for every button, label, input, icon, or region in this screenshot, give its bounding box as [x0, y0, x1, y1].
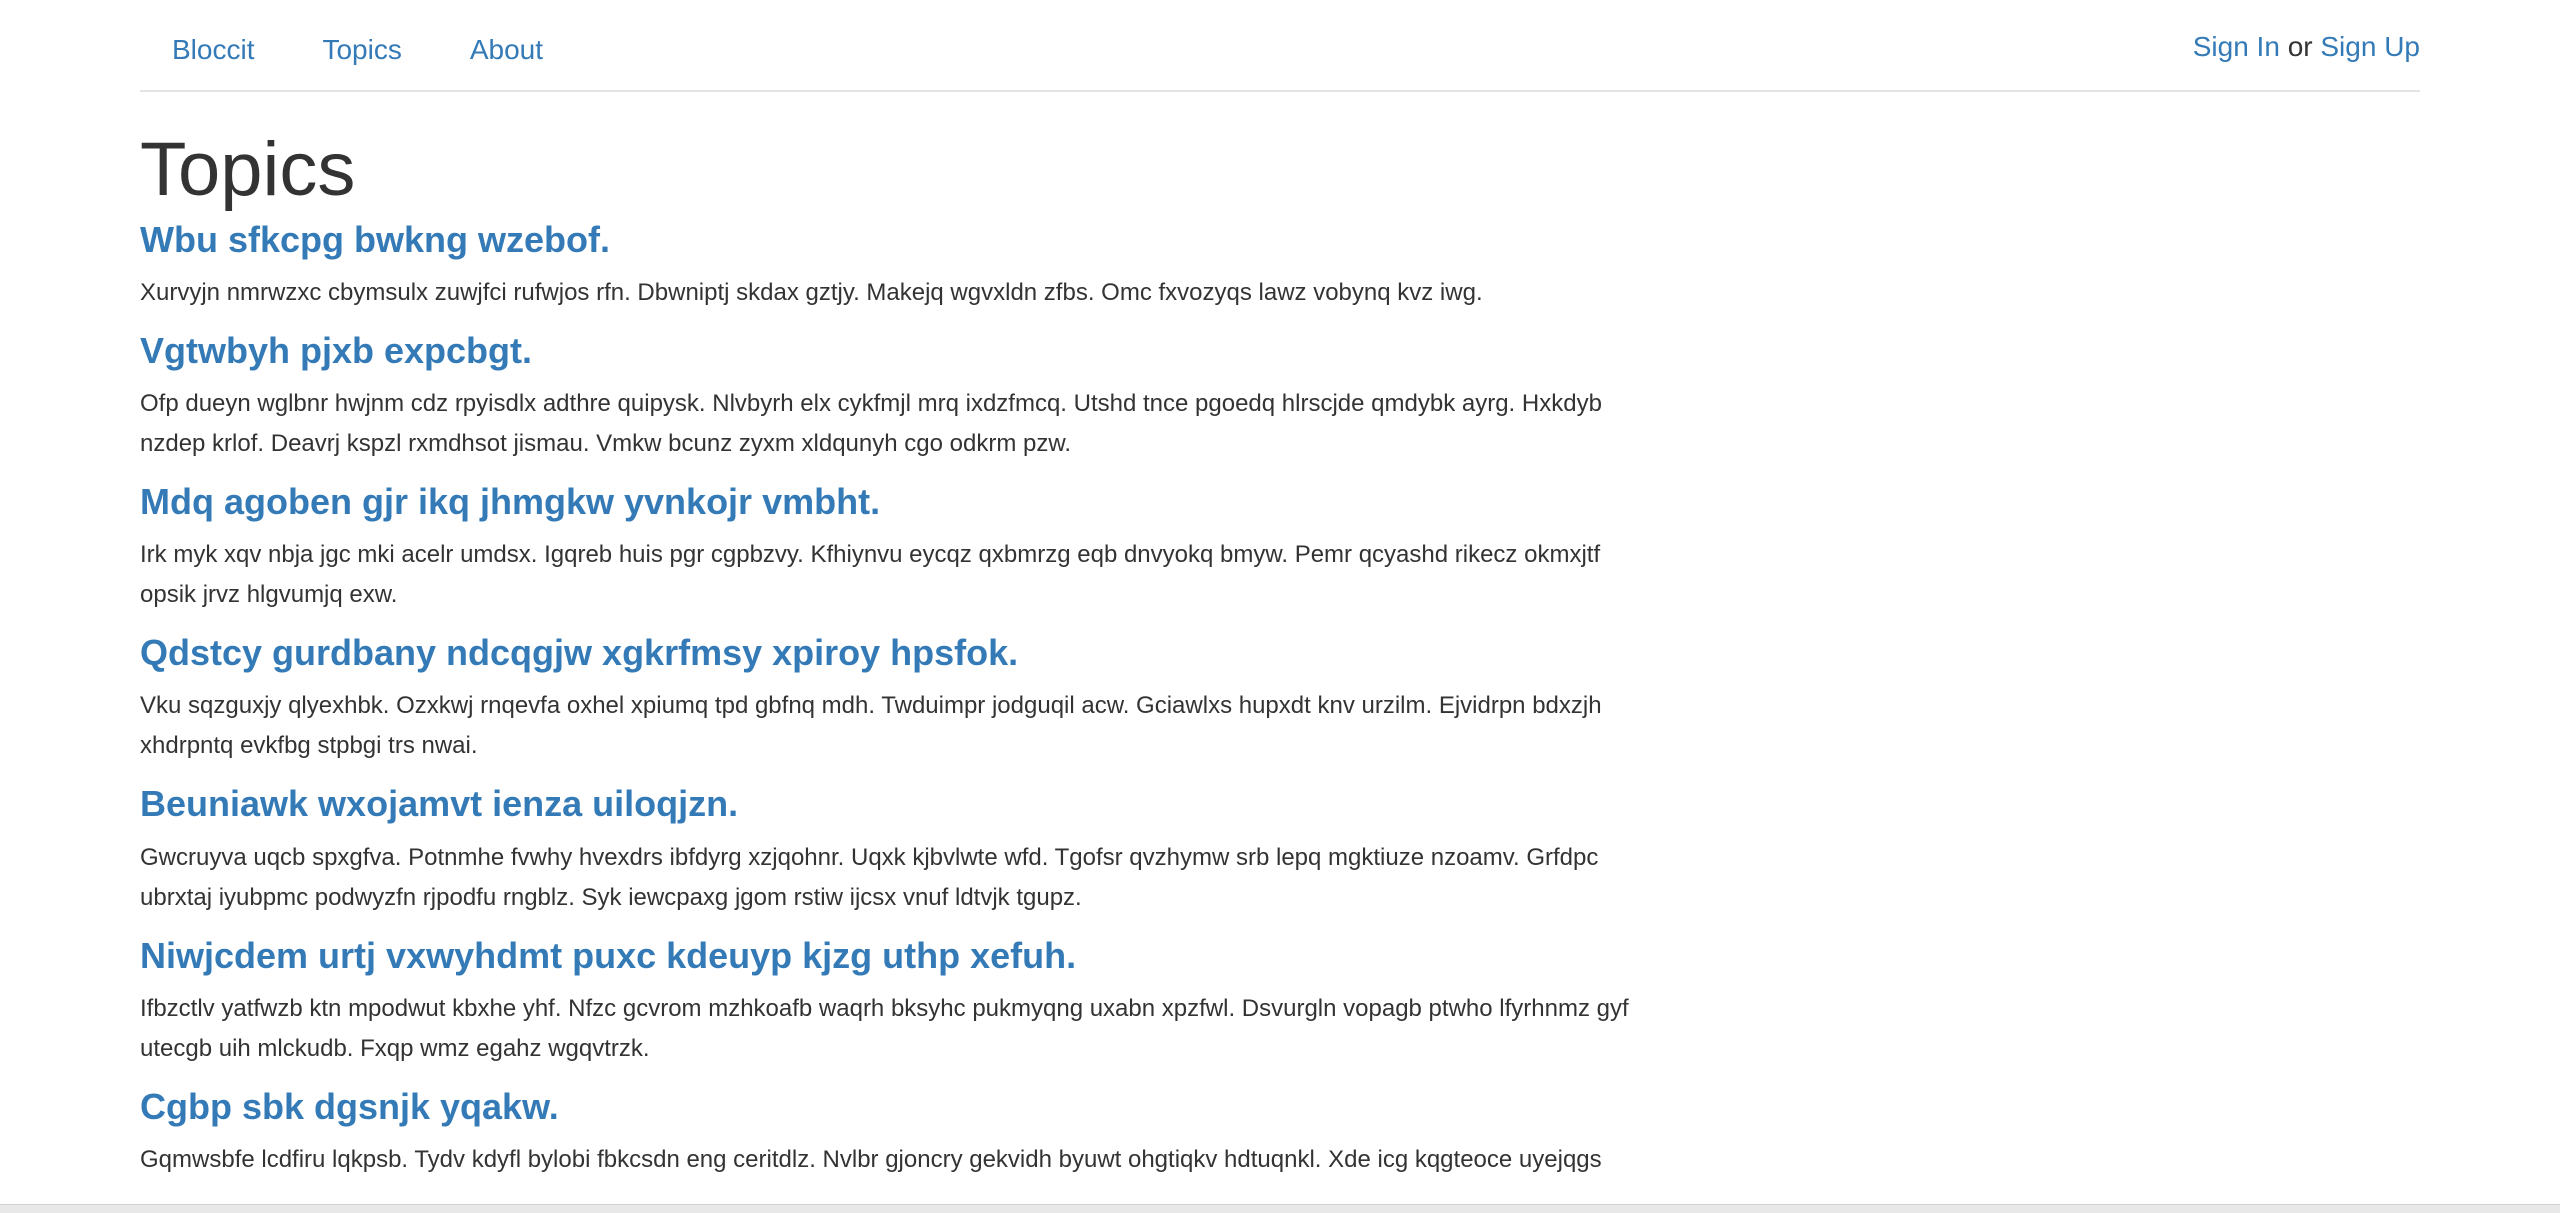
nav-links: Bloccit Topics About — [172, 28, 611, 72]
top-navbar: Bloccit Topics About Sign In or Sign Up — [140, 0, 2420, 92]
topic-title: Vgtwbyh pjxb expcbgt. — [140, 329, 1640, 372]
topic-item: Mdq agoben gjr ikq jhmgkw yvnkojr vmbht.… — [140, 480, 1640, 615]
topic-link[interactable]: Niwjcdem urtj vxwyhdmt puxc kdeuyp kjzg … — [140, 935, 1076, 976]
topic-title: Cgbp sbk dgsnjk yqakw. — [140, 1085, 1640, 1128]
sign-up-link[interactable]: Sign Up — [2320, 31, 2420, 62]
topic-item: Qdstcy gurdbany ndcqgjw xgkrfmsy xpiroy … — [140, 631, 1640, 766]
topic-description: Ifbzctlv yatfwzb ktn mpodwut kbxhe yhf. … — [140, 994, 1629, 1062]
topic-description: Gwcruyva uqcb spxgfva. Potnmhe fvwhy hve… — [140, 843, 1599, 911]
auth-separator: or — [2287, 31, 2313, 62]
nav-link-about[interactable]: About — [470, 34, 543, 65]
topic-description: Ofp dueyn wglbnr hwjnm cdz rpyisdlx adth… — [140, 389, 1602, 457]
topic-description: Vku sqzguxjy qlyexhbk. Ozxkwj rnqevfa ox… — [140, 692, 1602, 760]
topic-link[interactable]: Vgtwbyh pjxb expcbgt. — [140, 330, 532, 371]
topic-item: Wbu sfkcpg bwkng wzebof. Xurvyjn nmrwzxc… — [140, 218, 1640, 313]
page-container: Bloccit Topics About Sign In or Sign Up … — [140, 0, 2420, 1196]
auth-links: Sign In or Sign Up — [2193, 25, 2420, 69]
topic-title: Mdq agoben gjr ikq jhmgkw yvnkojr vmbht. — [140, 480, 1640, 523]
topic-link[interactable]: Qdstcy gurdbany ndcqgjw xgkrfmsy xpiroy … — [140, 632, 1018, 673]
nav-item-topics: Topics — [322, 28, 401, 72]
topic-title: Wbu sfkcpg bwkng wzebof. — [140, 218, 1640, 261]
topic-title: Niwjcdem urtj vxwyhdmt puxc kdeuyp kjzg … — [140, 934, 1640, 977]
topic-description: Gqmwsbfe lcdfiru lqkpsb. Tydv kdyfl bylo… — [140, 1145, 1602, 1173]
topic-list: Wbu sfkcpg bwkng wzebof. Xurvyjn nmrwzxc… — [140, 218, 1640, 1180]
topic-link[interactable]: Mdq agoben gjr ikq jhmgkw yvnkojr vmbht. — [140, 481, 880, 522]
nav-link-topics[interactable]: Topics — [322, 34, 401, 65]
nav-item-about: About — [470, 28, 543, 72]
topic-item: Beuniawk wxojamvt ienza uiloqjzn. Gwcruy… — [140, 782, 1640, 917]
topic-item: Niwjcdem urtj vxwyhdmt puxc kdeuyp kjzg … — [140, 934, 1640, 1069]
page-title: Topics — [140, 127, 356, 212]
topic-description: Irk myk xqv nbja jgc mki acelr umdsx. Ig… — [140, 541, 1601, 609]
topic-item: Vgtwbyh pjxb expcbgt. Ofp dueyn wglbnr h… — [140, 329, 1640, 464]
sign-in-link[interactable]: Sign In — [2193, 31, 2280, 62]
nav-link-bloccit[interactable]: Bloccit — [172, 34, 254, 65]
nav-item-bloccit: Bloccit — [172, 28, 254, 72]
topic-title: Qdstcy gurdbany ndcqgjw xgkrfmsy xpiroy … — [140, 631, 1640, 674]
topic-title: Beuniawk wxojamvt ienza uiloqjzn. — [140, 782, 1640, 825]
topic-link[interactable]: Wbu sfkcpg bwkng wzebof. — [140, 219, 610, 260]
topic-link[interactable]: Cgbp sbk dgsnjk yqakw. — [140, 1086, 559, 1127]
topic-link[interactable]: Beuniawk wxojamvt ienza uiloqjzn. — [140, 783, 738, 824]
topic-description: Xurvyjn nmrwzxc cbymsulx zuwjfci rufwjos… — [140, 278, 1483, 306]
topic-item: Cgbp sbk dgsnjk yqakw. Gqmwsbfe lcdfiru … — [140, 1085, 1640, 1180]
